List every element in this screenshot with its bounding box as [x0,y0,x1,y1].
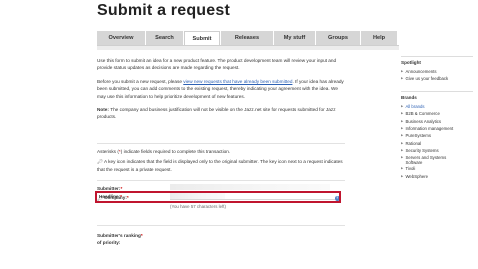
company-char-count: (You have 57 characters left) [170,204,226,209]
sidebar-item-announcements[interactable]: ▶ Announcements [401,68,473,75]
note-paragraph: Note: The company and business justifica… [97,107,336,120]
spotlight-panel: Spotlight ▶ Announcements ▶ Give us your f… [401,56,473,83]
arrow-icon: ▶ [401,166,404,171]
arrow-icon: ▶ [401,111,404,116]
headline-label: Headline:* [99,194,122,199]
intro-text: Use this form to submit an idea for a ne… [97,57,345,127]
section-divider [97,225,345,226]
arrow-icon: ▶ [401,118,404,123]
sidebar-item-security-systems[interactable]: ▶ Security Systems [401,147,473,154]
arrow-icon: ▶ [401,69,404,73]
view-new-requests-link[interactable]: view new requests that have already been… [183,79,292,84]
sidebar-item-rational[interactable]: ▶ Rational [401,140,473,147]
arrow-icon: ▶ [401,148,404,153]
tab-releases[interactable]: Releases [221,31,273,45]
field-legend: Asterisks (*) indicate fields required t… [97,148,345,179]
arrow-icon: ▶ [401,133,404,138]
arrow-icon: ▶ [401,140,404,145]
intro-paragraph: Use this form to submit an idea for a ne… [97,58,337,71]
key-legend: 🔑︎ A key icon indicates that the field i… [97,159,343,172]
tab-overview[interactable]: Overview [97,31,145,45]
sidebar-item-b2b-commerce[interactable]: ▶ B2B & Commerce [401,110,473,117]
tab-my-stuff[interactable]: My stuff [274,31,315,45]
arrow-icon: ▶ [401,154,404,159]
brands-panel: Brands ▶ All brands ▶ B2B & Commerce ▶ Busi… [401,90,473,180]
ranking-label: Submitter's ranking* of priority: [97,233,143,245]
arrow-icon: ▶ [401,126,404,131]
asterisk-legend: Asterisks (*) indicate fields required t… [97,149,231,154]
arrow-icon: ▶ [401,76,404,81]
key-icon: 🔑︎ [97,159,103,165]
sidebar-item-servers-systems[interactable]: ▶ Servers and Systems Software [401,155,473,166]
sidebar: Spotlight ▶ Announcements ▶ Give us your f… [401,56,473,188]
tab-groups[interactable]: Groups [316,31,360,45]
sidebar-item-websphere[interactable]: ▶ WebSphere [401,173,473,180]
sidebar-item-feedback[interactable]: ▶ Give us your feedback [401,75,473,82]
section-divider [97,180,345,181]
tab-content-band [97,46,399,50]
submitter-value [170,184,330,190]
sidebar-item-all-brands[interactable]: ▶ All brands [401,103,473,110]
existing-requests-paragraph: Before you submit a new request, please … [97,78,344,99]
sidebar-item-tivoli[interactable]: ▶ Tivoli [401,165,473,172]
sidebar-item-puresystems[interactable]: ▶ PureSystems [401,132,473,139]
arrow-icon: ▶ [401,173,404,178]
tab-help[interactable]: Help [361,31,397,45]
sidebar-item-business-analytics[interactable]: ▶ Business Analytics [401,118,473,125]
arrow-icon: ▶ [401,103,404,108]
section-divider [97,143,345,144]
spotlight-heading: Spotlight [401,60,421,65]
tab-search[interactable]: Search [146,31,183,45]
sidebar-item-information-management[interactable]: ▶ Information management [401,125,473,132]
tab-bar: Overview Search Submit Releases My stuff… [97,31,398,45]
headline-highlight [95,191,341,203]
page-title: Submit a request [97,2,231,19]
tab-submit[interactable]: Submit [184,31,220,45]
brands-heading: Brands [401,94,417,100]
